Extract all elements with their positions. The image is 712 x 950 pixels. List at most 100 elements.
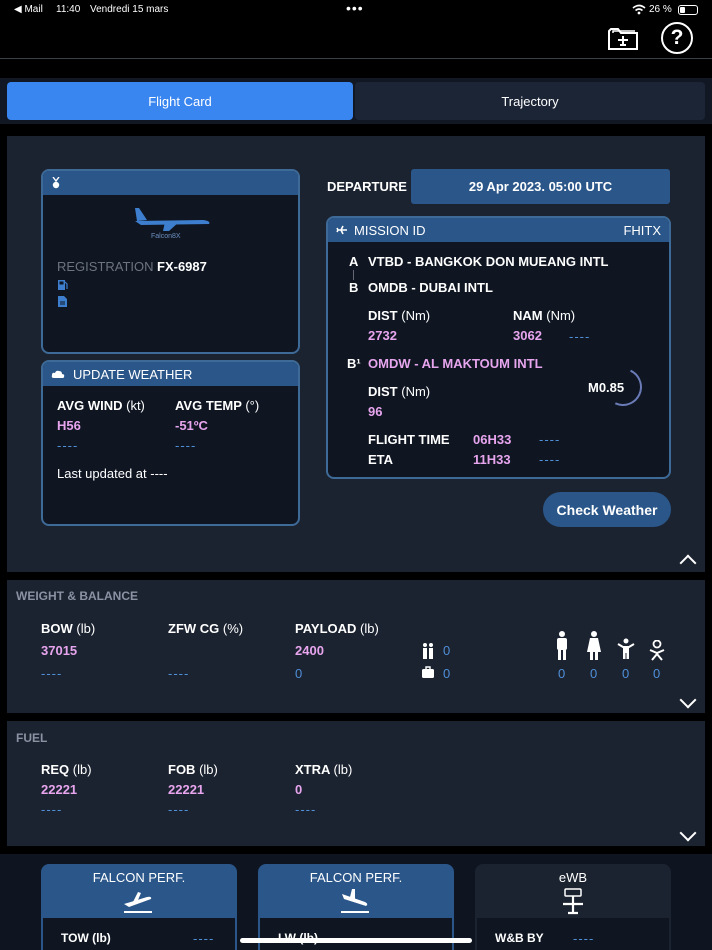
cloud-refresh-icon [51, 370, 65, 378]
payload-value: 2400 [295, 643, 324, 658]
document-icon[interactable] [57, 295, 68, 308]
mission-card-header: MISSION ID FHITX [328, 218, 669, 242]
baggage-count: 0 [443, 666, 451, 681]
landing-icon [341, 889, 369, 913]
fuel-title: FUEL [16, 731, 48, 745]
flight-time-label: FLIGHT TIME [368, 432, 450, 447]
weather-card-header[interactable]: UPDATE WEATHER [43, 362, 298, 386]
ewb-row: W&B BY ---- [477, 918, 669, 950]
battery-level: 26 % [649, 4, 672, 15]
help-icon[interactable]: ? [661, 22, 693, 54]
check-weather-button[interactable]: Check Weather [543, 492, 671, 527]
status-time: 11:40 [56, 4, 81, 15]
weather-card: UPDATE WEATHER AVG WIND (kt) H56 ---- AV… [41, 360, 300, 526]
route-connector [353, 270, 354, 280]
aircraft-card-header [43, 171, 298, 195]
folder-flight-icon[interactable] [606, 24, 640, 52]
aircraft-model-logo: Falcon8X [151, 233, 181, 240]
ewb-by-label: W&B BY [495, 931, 544, 945]
alt-dist-label: DIST (Nm) [368, 384, 431, 399]
zfw-cg-label: ZFW CG (%) [168, 621, 244, 636]
mach-gauge[interactable]: M0.85 [578, 362, 648, 412]
flight-time-dash: ---- [539, 432, 561, 447]
registration-value: FX-6987 [157, 259, 207, 274]
landing-perf-title: FALCON PERF. [309, 870, 403, 885]
ewb-card[interactable]: eWB W&B BY ---- [475, 864, 671, 950]
origin-airport: VTBD - BANGKOK DON MUEANG INTL [368, 254, 609, 269]
aircraft-card: Falcon8X REGISTRATION FX-6987 [41, 169, 300, 354]
avg-temp-label: AVG TEMP (°) [175, 398, 260, 413]
avg-wind-dash: ---- [57, 438, 79, 453]
nam-value: 3062 [513, 328, 542, 343]
woman-count: 0 [590, 666, 598, 681]
fuel-panel [7, 721, 705, 846]
aircraft-silhouette-icon [135, 208, 210, 231]
mission-title: MISSION ID [354, 222, 426, 238]
departure-label: DEPARTURE [327, 179, 407, 194]
departure-date-field[interactable]: 29 Apr 2023. 05:00 UTC [411, 169, 670, 204]
dist-value: 2732 [368, 328, 397, 343]
weight-balance-title: WEIGHT & BALANCE [16, 589, 138, 603]
dist-label: DIST (Nm) [368, 308, 431, 323]
woman-icon [587, 631, 601, 660]
destination-airport: OMDB - DUBAI INTL [368, 280, 493, 295]
plane-icon [336, 225, 347, 235]
payload-label: PAYLOAD (lb) [295, 621, 379, 636]
infant-count: 0 [653, 666, 661, 681]
weight-balance-plane-icon [563, 888, 583, 915]
xtra-fuel-label: XTRA (lb) [295, 762, 353, 777]
home-indicator[interactable] [240, 938, 472, 943]
takeoff-perf-card[interactable]: FALCON PERF. TOW (lb) ---- [41, 864, 237, 950]
takeoff-perf-title: FALCON PERF. [92, 870, 186, 885]
fuel-doc-icon[interactable] [57, 279, 68, 291]
last-updated-text: Last updated at ---- [57, 466, 168, 481]
mach-value: M0.85 [588, 380, 625, 395]
bow-label: BOW (lb) [41, 621, 96, 636]
zfw-cg-dash: ---- [168, 666, 190, 681]
passenger-count: 0 [443, 643, 451, 658]
status-date: Vendredi 15 mars [90, 4, 169, 15]
origin-letter: A [349, 254, 359, 269]
takeoff-icon [124, 892, 152, 913]
fob-value: 22221 [168, 782, 205, 797]
status-bar: ◀ Mail 11:40 Vendredi 15 mars ••• 26 % [0, 0, 712, 20]
ewb-title: eWB [558, 870, 588, 885]
xtra-fuel-value: 0 [295, 782, 303, 797]
alternate-airport: OMDW - AL MAKTOUM INTL [368, 356, 543, 371]
registration-label: REGISTRATION [57, 259, 154, 274]
alt-dist-value: 96 [368, 404, 383, 419]
nam-label: NAM (Nm) [513, 308, 576, 323]
toolbar-divider [0, 58, 712, 59]
takeoff-row: TOW (lb) ---- [43, 918, 235, 950]
tow-dash: ---- [193, 931, 215, 946]
flight-time-value: 06H33 [473, 432, 512, 447]
medal-icon [52, 177, 60, 189]
tab-trajectory[interactable]: Trajectory [355, 82, 705, 120]
child-icon [617, 638, 635, 659]
multitask-dots-icon[interactable]: ••• [346, 0, 364, 16]
ewb-dash: ---- [573, 931, 595, 946]
man-count: 0 [558, 666, 566, 681]
infant-icon [649, 640, 665, 661]
nam-dash: ---- [569, 329, 591, 344]
tab-flight-card[interactable]: Flight Card [7, 82, 353, 120]
fob-dash: ---- [168, 802, 190, 817]
avg-temp-dash: ---- [175, 438, 197, 453]
req-fuel-value: 22221 [41, 782, 78, 797]
payload-secondary-value: 0 [295, 666, 303, 681]
eta-dash: ---- [539, 452, 561, 467]
wifi-icon [632, 4, 646, 15]
battery-icon [678, 5, 698, 15]
avg-wind-label: AVG WIND (kt) [57, 398, 145, 413]
weather-card-title: UPDATE WEATHER [73, 366, 193, 382]
fob-label: FOB (lb) [168, 762, 218, 777]
req-fuel-label: REQ (lb) [41, 762, 92, 777]
avg-wind-value: H56 [57, 418, 81, 433]
eta-value: 11H33 [473, 452, 511, 467]
baggage-icon [422, 666, 434, 678]
tow-label: TOW (lb) [61, 931, 111, 945]
mission-card: MISSION ID FHITX A VTBD - BANGKOK DON MU… [326, 216, 671, 479]
passengers-icon [423, 643, 433, 659]
xtra-fuel-dash: ---- [295, 802, 317, 817]
back-to-mail-link[interactable]: ◀ Mail [14, 4, 43, 15]
